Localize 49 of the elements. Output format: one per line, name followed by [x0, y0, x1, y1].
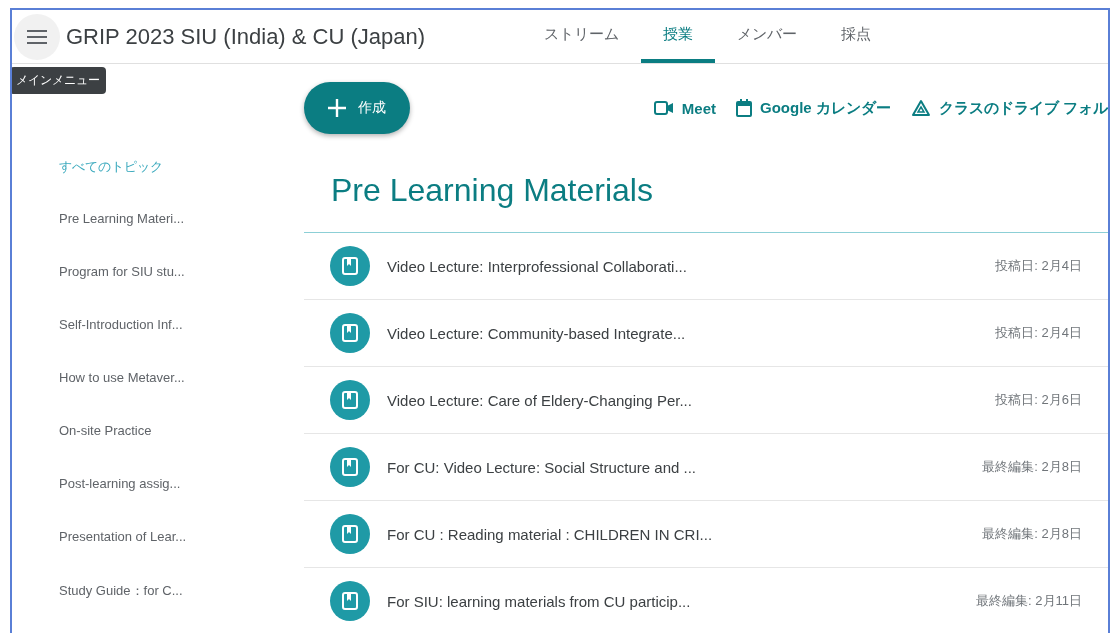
create-button[interactable]: 作成: [304, 82, 410, 134]
menu-icon: [27, 29, 47, 44]
post-date: 最終編集: 2月8日: [982, 458, 1082, 476]
material-row[interactable]: For CU: Video Lecture: Social Structure and ... 最終編集: 2月8日: [304, 434, 1108, 501]
nav-tab[interactable]: ストリーム: [522, 10, 641, 63]
topic-link[interactable]: Study Guide：for C...: [59, 582, 219, 633]
calendar-icon: [736, 99, 752, 117]
material-row[interactable]: Video Lecture: Care of Eldery-Changing Per... 投稿日: 2月6日: [304, 367, 1108, 434]
nav-tab[interactable]: 授業: [641, 10, 715, 63]
material-row[interactable]: Video Lecture: Interprofessional Collaborati... 投稿日: 2月4日: [304, 233, 1108, 300]
material-title: For CU: Video Lecture: Social Structure and ...: [387, 458, 698, 476]
topic-link[interactable]: How to use Metaver...: [59, 370, 219, 423]
post-date: 最終編集: 2月11日: [976, 592, 1082, 610]
material-row[interactable]: For SIU: learning materials from CU particip... 最終編集: 2月11日: [304, 568, 1108, 633]
topic-link[interactable]: Post-learning assig...: [59, 476, 219, 529]
toolbar-link[interactable]: Google カレンダー: [736, 98, 891, 118]
topic-link[interactable]: Pre Learning Materi...: [59, 211, 219, 264]
topic-link[interactable]: Self-Introduction Inf...: [59, 317, 219, 370]
toolbar-link[interactable]: クラスのドライブ フォル: [910, 98, 1108, 118]
material-icon: [330, 514, 370, 554]
toolbar-link[interactable]: Meet: [653, 99, 716, 117]
material-row[interactable]: For CU : Reading material : CHILDREN IN CRI... 最終編集: 2月8日: [304, 501, 1108, 568]
tooltip: メインメニュー: [12, 67, 106, 94]
material-title: Video Lecture: Community-based Integrate...: [387, 324, 687, 342]
material-title: For CU : Reading material : CHILDREN IN CRI...: [387, 525, 714, 543]
topic-link[interactable]: On-site Practice: [59, 423, 219, 476]
material-icon: [330, 246, 370, 286]
post-date: 投稿日: 2月4日: [995, 257, 1082, 275]
material-title: Video Lecture: Interprofessional Collaborati...: [387, 257, 688, 275]
menu-button[interactable]: [14, 13, 60, 60]
plus-icon: [328, 99, 346, 117]
class-title: GRIP 2023 SIU (India) & CU (Japan): [66, 23, 427, 50]
nav-tab[interactable]: 採点: [819, 10, 893, 63]
material-title: For SIU: learning materials from CU particip...: [387, 592, 692, 610]
material-icon: [330, 313, 370, 353]
material-row[interactable]: Video Lecture: Community-based Integrate... 投稿日: 2月4日: [304, 300, 1108, 367]
topic-link[interactable]: Presentation of Lear...: [59, 529, 219, 582]
material-icon: [330, 380, 370, 420]
material-title: Video Lecture: Care of Eldery-Changing Per...: [387, 391, 693, 409]
topic-link[interactable]: Program for SIU stu...: [59, 264, 219, 317]
material-icon: [330, 581, 370, 621]
topic-heading: Pre Learning Materials: [304, 134, 1108, 233]
video-camera-icon: [653, 101, 674, 115]
post-date: 投稿日: 2月6日: [995, 391, 1082, 409]
post-date: 最終編集: 2月8日: [982, 525, 1082, 543]
nav-tab[interactable]: メンバー: [715, 10, 819, 63]
post-date: 投稿日: 2月4日: [995, 324, 1082, 342]
material-icon: [330, 447, 370, 487]
drive-icon: [910, 99, 931, 117]
